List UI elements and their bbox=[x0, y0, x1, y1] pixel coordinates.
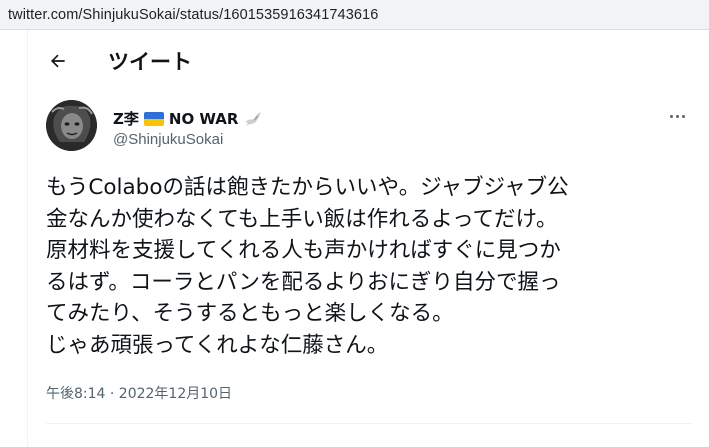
more-dot-icon bbox=[675, 114, 679, 118]
tweet-timestamp[interactable]: 午後8:14 · 2022年12月10日 bbox=[46, 383, 232, 403]
back-button[interactable] bbox=[44, 47, 72, 75]
divider bbox=[46, 423, 692, 424]
avatar-image-icon bbox=[46, 100, 97, 151]
page-header: ツイート bbox=[28, 30, 709, 92]
ukraine-flag-icon bbox=[143, 111, 164, 126]
arrow-left-icon bbox=[50, 54, 65, 68]
author-name-row[interactable]: Z李 NO WAR bbox=[113, 108, 263, 129]
more-dot-icon bbox=[681, 114, 685, 118]
tweet-column: ツイート Z李 NO WAR @ShinjukuSokai もうColaboの話… bbox=[27, 30, 709, 447]
more-options-button[interactable] bbox=[665, 106, 689, 126]
author-display-name[interactable]: Z李 bbox=[113, 108, 139, 129]
author-handle[interactable]: @ShinjukuSokai bbox=[113, 131, 223, 148]
tweet-text: もうColaboの話は飽きたからいいや。ジャブジャブ公 金なんか使わなくても上手… bbox=[46, 175, 569, 358]
page-title: ツイート bbox=[108, 50, 192, 74]
dove-icon bbox=[245, 111, 262, 126]
url-text[interactable]: twitter.com/ShinjukuSokai/status/1601535… bbox=[8, 7, 378, 23]
browser-address-bar[interactable]: twitter.com/ShinjukuSokai/status/1601535… bbox=[0, 0, 709, 30]
author-display-name-suffix[interactable]: NO WAR bbox=[169, 110, 239, 128]
more-dot-icon bbox=[669, 114, 673, 118]
avatar[interactable] bbox=[46, 100, 97, 151]
